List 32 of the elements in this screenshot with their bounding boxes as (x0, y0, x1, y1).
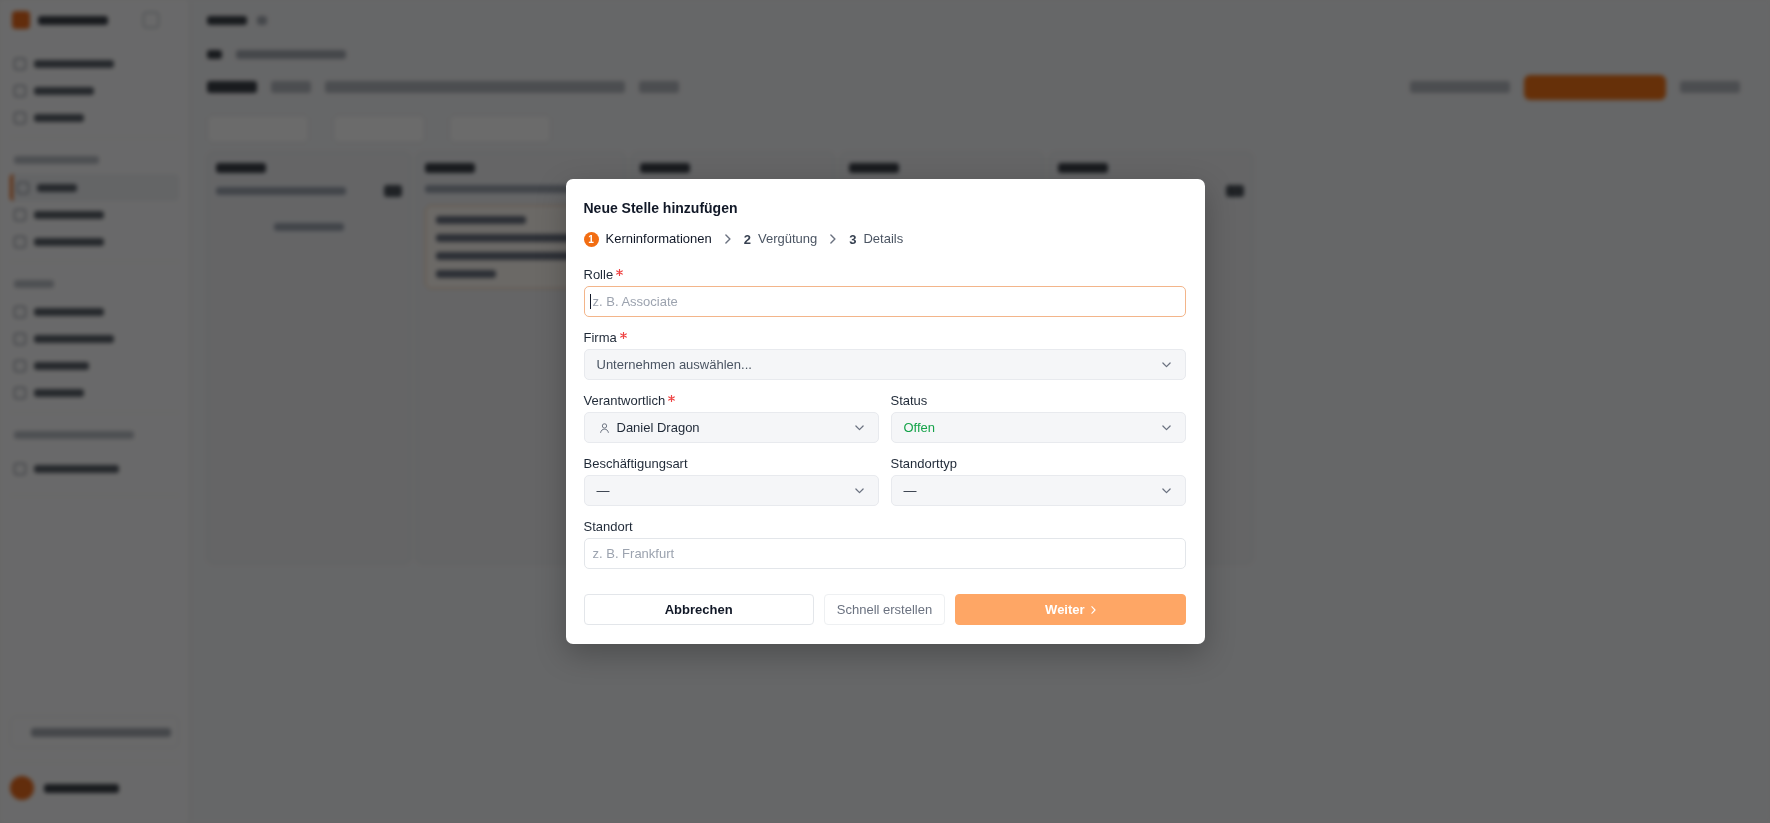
cancel-button[interactable]: Abbrechen (583, 594, 814, 625)
text-cursor-icon (589, 294, 591, 309)
chevron-right-icon (724, 234, 731, 244)
field-label: Rolle (583, 266, 614, 284)
field-label: Verantwortlich (583, 392, 666, 410)
step-label: Kerninformationen (605, 230, 712, 248)
chevron-right-icon (1090, 605, 1096, 614)
step-number: 1 (583, 231, 599, 247)
chevron-down-icon (854, 424, 864, 431)
chevron-down-icon (854, 487, 864, 494)
field-label: Standort (583, 518, 633, 536)
field-label: Status (890, 392, 928, 410)
chevron-down-icon (1161, 424, 1171, 431)
step-number: 3 (849, 231, 857, 247)
step-number: 2 (743, 231, 751, 247)
text-field[interactable]: z. B. Frankfurt (583, 538, 1186, 569)
quick-create-button[interactable]: Schnell erstellen (823, 594, 946, 625)
field-label: Beschäftigungsart (583, 455, 688, 473)
dropdown-field[interactable]: Daniel Dragon (583, 412, 879, 443)
chevron-right-icon (830, 234, 837, 244)
chevron-down-icon (1161, 361, 1171, 368)
dialog-title: Neue Stelle hinzufügen (583, 199, 739, 218)
field-label: Standorttyp (890, 455, 957, 473)
dropdown-field[interactable]: Unternehmen auswählen... (583, 349, 1186, 380)
field-label: Firma (583, 329, 617, 347)
chevron-down-icon (1161, 487, 1171, 494)
dropdown-field[interactable]: — (890, 475, 1186, 506)
person-icon (599, 422, 609, 433)
text-field[interactable]: z. B. Associate (583, 286, 1186, 317)
step-label: Vergütung (757, 230, 818, 248)
step-label: Details (863, 230, 904, 248)
dropdown-field[interactable]: — (583, 475, 879, 506)
